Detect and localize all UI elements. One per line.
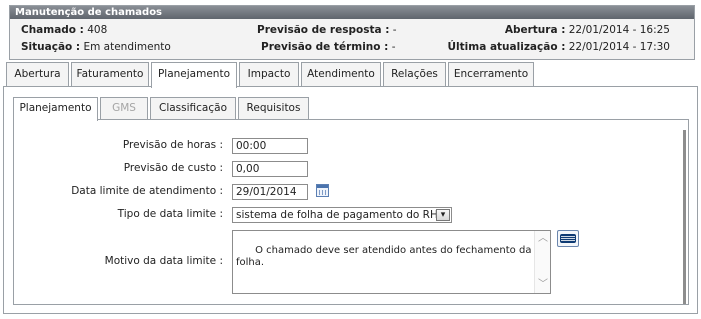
scroll-up-icon[interactable]: ︿ [538, 233, 548, 245]
tipo-data-limite-label: Tipo de data limite : [117, 208, 223, 220]
tab-atendimento[interactable]: Atendimento [301, 62, 381, 87]
motivo-data-limite-text: O chamado deve ser atendido antes do fec… [236, 245, 532, 268]
previsao-resposta-value: - [392, 24, 397, 36]
ticket-header-panel: Manutenção de chamados Chamado : 408 Pre… [9, 5, 695, 60]
subtab-gms: GMS [100, 97, 148, 120]
ultima-atualizacao-value: 22/01/2014 - 17:30 [568, 41, 670, 53]
previsao-custo-label: Previsão de custo : [123, 162, 223, 174]
tab-faturamento[interactable]: Faturamento [71, 62, 149, 87]
tipo-data-limite-value: sistema de folha de pagamento do RH [236, 209, 438, 221]
tab-encerramento[interactable]: Encerramento [448, 62, 534, 87]
previsao-custo-input[interactable]: 0,00 [232, 161, 308, 177]
motivo-data-limite-textarea[interactable]: O chamado deve ser atendido antes do fec… [232, 230, 551, 294]
abertura-value: 22/01/2014 - 16:25 [568, 24, 670, 36]
chamado-value: 408 [87, 24, 108, 36]
info-row-1: Chamado : 408 Previsão de resposta : - A… [10, 22, 694, 38]
textarea-scrollbar[interactable]: ︿ ﹀ [534, 231, 550, 293]
chamado-info: Chamado : 408 [21, 22, 107, 38]
chamado-label: Chamado : [21, 24, 84, 36]
scroll-down-icon[interactable]: ﹀ [538, 279, 548, 291]
ultima-atualizacao-label: Última atualização : [447, 41, 566, 53]
situacao-label: Situação : [21, 41, 81, 53]
info-row-2: Situação : Em atendimento Previsão de té… [10, 39, 694, 55]
tab-impacto[interactable]: Impacto [239, 62, 299, 87]
previsao-resposta-info: Previsão de resposta : - [257, 22, 397, 38]
scrollbar-edge [683, 130, 686, 304]
previsao-termino-value: - [391, 41, 396, 53]
subtab-classificacao[interactable]: Classificação [150, 97, 236, 120]
panel-title: Manutenção de chamados [10, 6, 694, 19]
tab-relacoes[interactable]: Relações [383, 62, 446, 87]
sub-tabs: Planejamento GMS Classificação Requisito… [13, 97, 683, 121]
motivo-data-limite-label: Motivo da data limite : [104, 255, 223, 267]
previsao-horas-input[interactable]: 00:00 [232, 138, 308, 154]
previsao-termino-info: Previsão de término : - [261, 39, 395, 55]
book-icon[interactable] [557, 230, 579, 247]
tab-content-planejamento: Planejamento GMS Classificação Requisito… [3, 86, 698, 314]
ultima-atualizacao-info: Última atualização : 22/01/2014 - 17:30 [448, 39, 670, 55]
data-limite-label: Data limite de atendimento : [71, 185, 223, 197]
tipo-data-limite-select[interactable]: sistema de folha de pagamento do RH ▾ [232, 207, 452, 223]
subtab-requisitos[interactable]: Requisitos [238, 97, 309, 120]
data-limite-input[interactable]: 29/01/2014 [232, 184, 308, 200]
subtab-planejamento[interactable]: Planejamento [13, 97, 98, 121]
calendar-icon[interactable] [316, 184, 329, 197]
tab-planejamento[interactable]: Planejamento [151, 62, 237, 88]
tab-abertura[interactable]: Abertura [6, 62, 69, 87]
situacao-value: Em atendimento [83, 41, 171, 53]
chevron-down-icon[interactable]: ▾ [436, 209, 450, 221]
situacao-info: Situação : Em atendimento [21, 39, 171, 55]
previsao-termino-label: Previsão de término : [261, 41, 389, 53]
abertura-info: Abertura : 22/01/2014 - 16:25 [505, 22, 670, 38]
planejamento-form: Previsão de horas : 00:00 Previsão de cu… [13, 119, 689, 305]
previsao-resposta-label: Previsão de resposta : [257, 24, 390, 36]
main-tabs: Abertura Faturamento Planejamento Impact… [3, 62, 698, 88]
abertura-label: Abertura : [504, 24, 566, 36]
previsao-horas-label: Previsão de horas : [122, 139, 223, 151]
